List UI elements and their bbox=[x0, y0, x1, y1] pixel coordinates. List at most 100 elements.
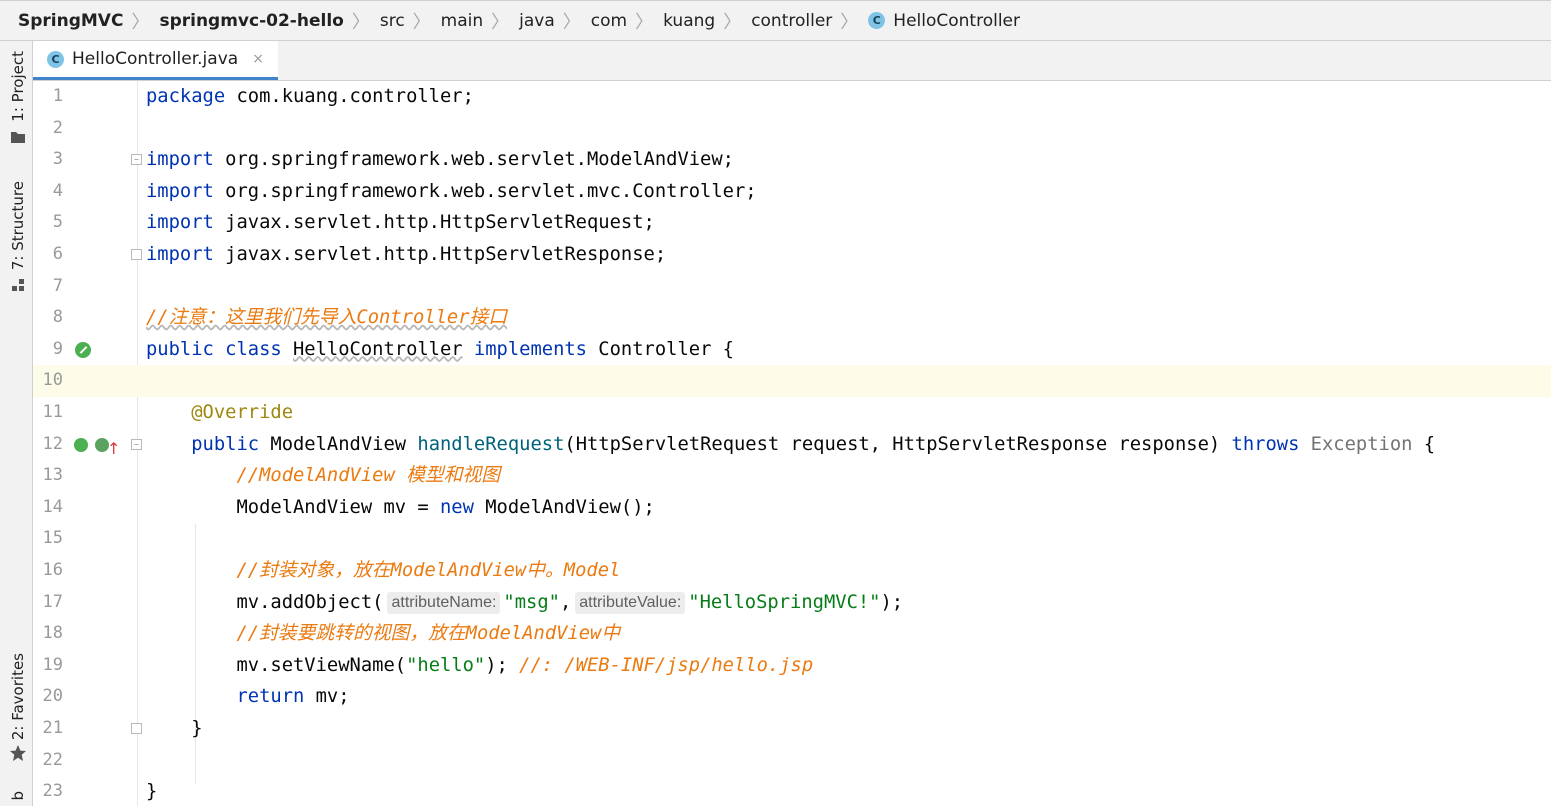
line-number: 1 bbox=[52, 86, 63, 106]
line-number: 10 bbox=[42, 370, 63, 391]
breadcrumb-separator-icon: 〉 bbox=[131, 11, 150, 33]
line-number: 13 bbox=[42, 465, 63, 486]
breadcrumb-separator-icon: 〉 bbox=[491, 11, 510, 33]
code-text: //注意：这里我们先导入Controller接口 bbox=[146, 307, 508, 329]
line-number: 23 bbox=[42, 781, 63, 802]
breadcrumb-item-module[interactable]: springmvc-02-hello bbox=[159, 11, 343, 31]
code-line-19: 19 mv.setViewName("hello"); //: /WEB-INF… bbox=[33, 650, 1551, 682]
fold-marker-icon[interactable]: − bbox=[131, 438, 142, 450]
java-class-icon: C bbox=[868, 12, 886, 29]
code-text: import javax.servlet.http.HttpServletReq… bbox=[146, 212, 655, 234]
line-number: 4 bbox=[52, 180, 63, 201]
breadcrumb-separator-icon: 〉 bbox=[562, 11, 581, 33]
structure-tool-tab[interactable]: 7: Structure bbox=[6, 181, 30, 292]
structure-tool-label: 7: Structure bbox=[9, 181, 27, 271]
implements-method-icon[interactable] bbox=[74, 437, 88, 452]
breadcrumb-item-java[interactable]: java bbox=[519, 11, 555, 31]
line-number: 22 bbox=[42, 749, 63, 770]
line-number: 16 bbox=[42, 560, 63, 580]
code-text: package com.kuang.controller; bbox=[146, 86, 474, 107]
breadcrumb-item-project[interactable]: SpringMVC bbox=[18, 11, 123, 31]
line-number: 6 bbox=[52, 244, 63, 264]
editor-tab-bar: C HelloController.java × bbox=[33, 41, 1551, 81]
code-text: public ModelAndView handleRequest(HttpSe… bbox=[191, 433, 1436, 455]
breadcrumb-item-com[interactable]: com bbox=[591, 11, 627, 31]
breadcrumb-item-class[interactable]: C HelloController bbox=[868, 11, 1020, 31]
fold-end-marker-icon[interactable] bbox=[131, 723, 142, 734]
star-icon bbox=[10, 745, 26, 762]
bottom-tool-label: b bbox=[9, 791, 27, 801]
line-number: 5 bbox=[52, 212, 63, 233]
close-icon[interactable]: × bbox=[252, 51, 264, 67]
structure-icon bbox=[12, 279, 24, 292]
code-text: //封装要跳转的视图，放在ModelAndView中 bbox=[236, 623, 621, 645]
code-line-11: 11 @Override bbox=[33, 397, 1551, 429]
code-line-15: 15 bbox=[33, 523, 1551, 555]
code-text: mv.addObject(attributeName: "msg", attribu… bbox=[236, 591, 904, 614]
line-number: 9 bbox=[52, 338, 63, 359]
line-number: 17 bbox=[42, 591, 63, 612]
code-text: //ModelAndView 模型和视图 bbox=[236, 465, 500, 487]
code-text: } bbox=[191, 718, 203, 739]
breadcrumb-separator-icon: 〉 bbox=[412, 11, 431, 33]
line-number: 12 bbox=[42, 433, 63, 454]
line-number: 11 bbox=[42, 402, 63, 422]
code-line-10: 10 bbox=[33, 365, 1551, 397]
line-number: 20 bbox=[42, 686, 63, 707]
code-text: } bbox=[146, 781, 158, 803]
bottom-tool-tab[interactable]: b bbox=[6, 791, 30, 801]
folder-icon bbox=[11, 131, 25, 143]
line-number: 18 bbox=[42, 623, 63, 644]
code-text: //封装对象，放在ModelAndView中。Model bbox=[236, 560, 621, 581]
code-line-21: 21 } bbox=[33, 713, 1551, 745]
code-editor[interactable]: 1 package com.kuang.controller; 2 3 − im… bbox=[33, 81, 1551, 806]
favorites-tool-label: 2: Favorites bbox=[9, 653, 27, 741]
code-text: public class HelloController implements … bbox=[146, 338, 734, 360]
code-text: return mv; bbox=[236, 686, 350, 708]
code-line-16: 16 //封装对象，放在ModelAndView中。Model bbox=[33, 555, 1551, 587]
favorites-tool-tab[interactable]: 2: Favorites bbox=[6, 653, 30, 762]
tab-hellocontroller[interactable]: C HelloController.java × bbox=[33, 41, 278, 80]
breadcrumb-separator-icon: 〉 bbox=[723, 11, 742, 33]
code-line-6: 6 import javax.servlet.http.HttpServletR… bbox=[33, 239, 1551, 271]
breadcrumb-item-controller[interactable]: controller bbox=[751, 11, 832, 31]
code-line-2: 2 bbox=[33, 113, 1551, 145]
code-text: @Override bbox=[191, 402, 293, 423]
code-line-14: 14 ModelAndView mv = new ModelAndView(); bbox=[33, 492, 1551, 524]
breadcrumb-separator-icon: 〉 bbox=[351, 11, 370, 33]
breadcrumb-separator-icon: 〉 bbox=[840, 11, 859, 33]
parameter-hint: attributeValue: bbox=[575, 591, 686, 614]
fold-marker-icon[interactable]: − bbox=[131, 154, 142, 166]
code-line-12: 12 ↑ − public ModelAndView handleRequest… bbox=[33, 429, 1551, 461]
run-class-icon[interactable] bbox=[75, 341, 91, 358]
breadcrumb-item-src[interactable]: src bbox=[380, 11, 405, 31]
code-line-7: 7 bbox=[33, 271, 1551, 303]
code-text: ModelAndView mv = new ModelAndView(); bbox=[236, 496, 655, 518]
code-line-4: 4 import org.springframework.web.servlet… bbox=[33, 176, 1551, 208]
java-class-icon: C bbox=[47, 50, 64, 68]
fold-end-marker-icon[interactable] bbox=[131, 249, 142, 260]
code-line-3: 3 − import org.springframework.web.servl… bbox=[33, 144, 1551, 176]
code-line-8: 8 //注意：这里我们先导入Controller接口 bbox=[33, 302, 1551, 334]
project-tool-label: 1: Project bbox=[9, 51, 27, 122]
line-number: 8 bbox=[52, 307, 63, 328]
code-line-13: 13 //ModelAndView 模型和视图 bbox=[33, 460, 1551, 492]
code-line-17: 17 mv.addObject(attributeName: "msg", attr… bbox=[33, 587, 1551, 619]
line-number: 19 bbox=[42, 654, 63, 675]
breadcrumb-item-main[interactable]: main bbox=[441, 11, 483, 31]
line-number: 15 bbox=[42, 528, 63, 549]
line-number: 7 bbox=[52, 275, 63, 296]
line-number: 3 bbox=[52, 149, 63, 170]
project-tool-tab[interactable]: 1: Project bbox=[6, 51, 30, 144]
breadcrumb: SpringMVC 〉 springmvc-02-hello 〉 src 〉 main… bbox=[0, 0, 1551, 41]
code-line-9: 9 public class HelloController implement… bbox=[33, 334, 1551, 366]
code-line-5: 5 import javax.servlet.http.HttpServletR… bbox=[33, 207, 1551, 239]
breadcrumb-item-kuang[interactable]: kuang bbox=[663, 11, 715, 31]
line-number: 14 bbox=[42, 496, 63, 517]
code-text: import org.springframework.web.servlet.m… bbox=[146, 180, 757, 202]
breadcrumb-class-label: HelloController bbox=[893, 10, 1021, 31]
line-number: 2 bbox=[52, 117, 63, 138]
parameter-hint: attributeName: bbox=[387, 591, 501, 614]
line-number: 21 bbox=[42, 718, 63, 738]
tab-label: HelloController.java bbox=[72, 49, 239, 69]
